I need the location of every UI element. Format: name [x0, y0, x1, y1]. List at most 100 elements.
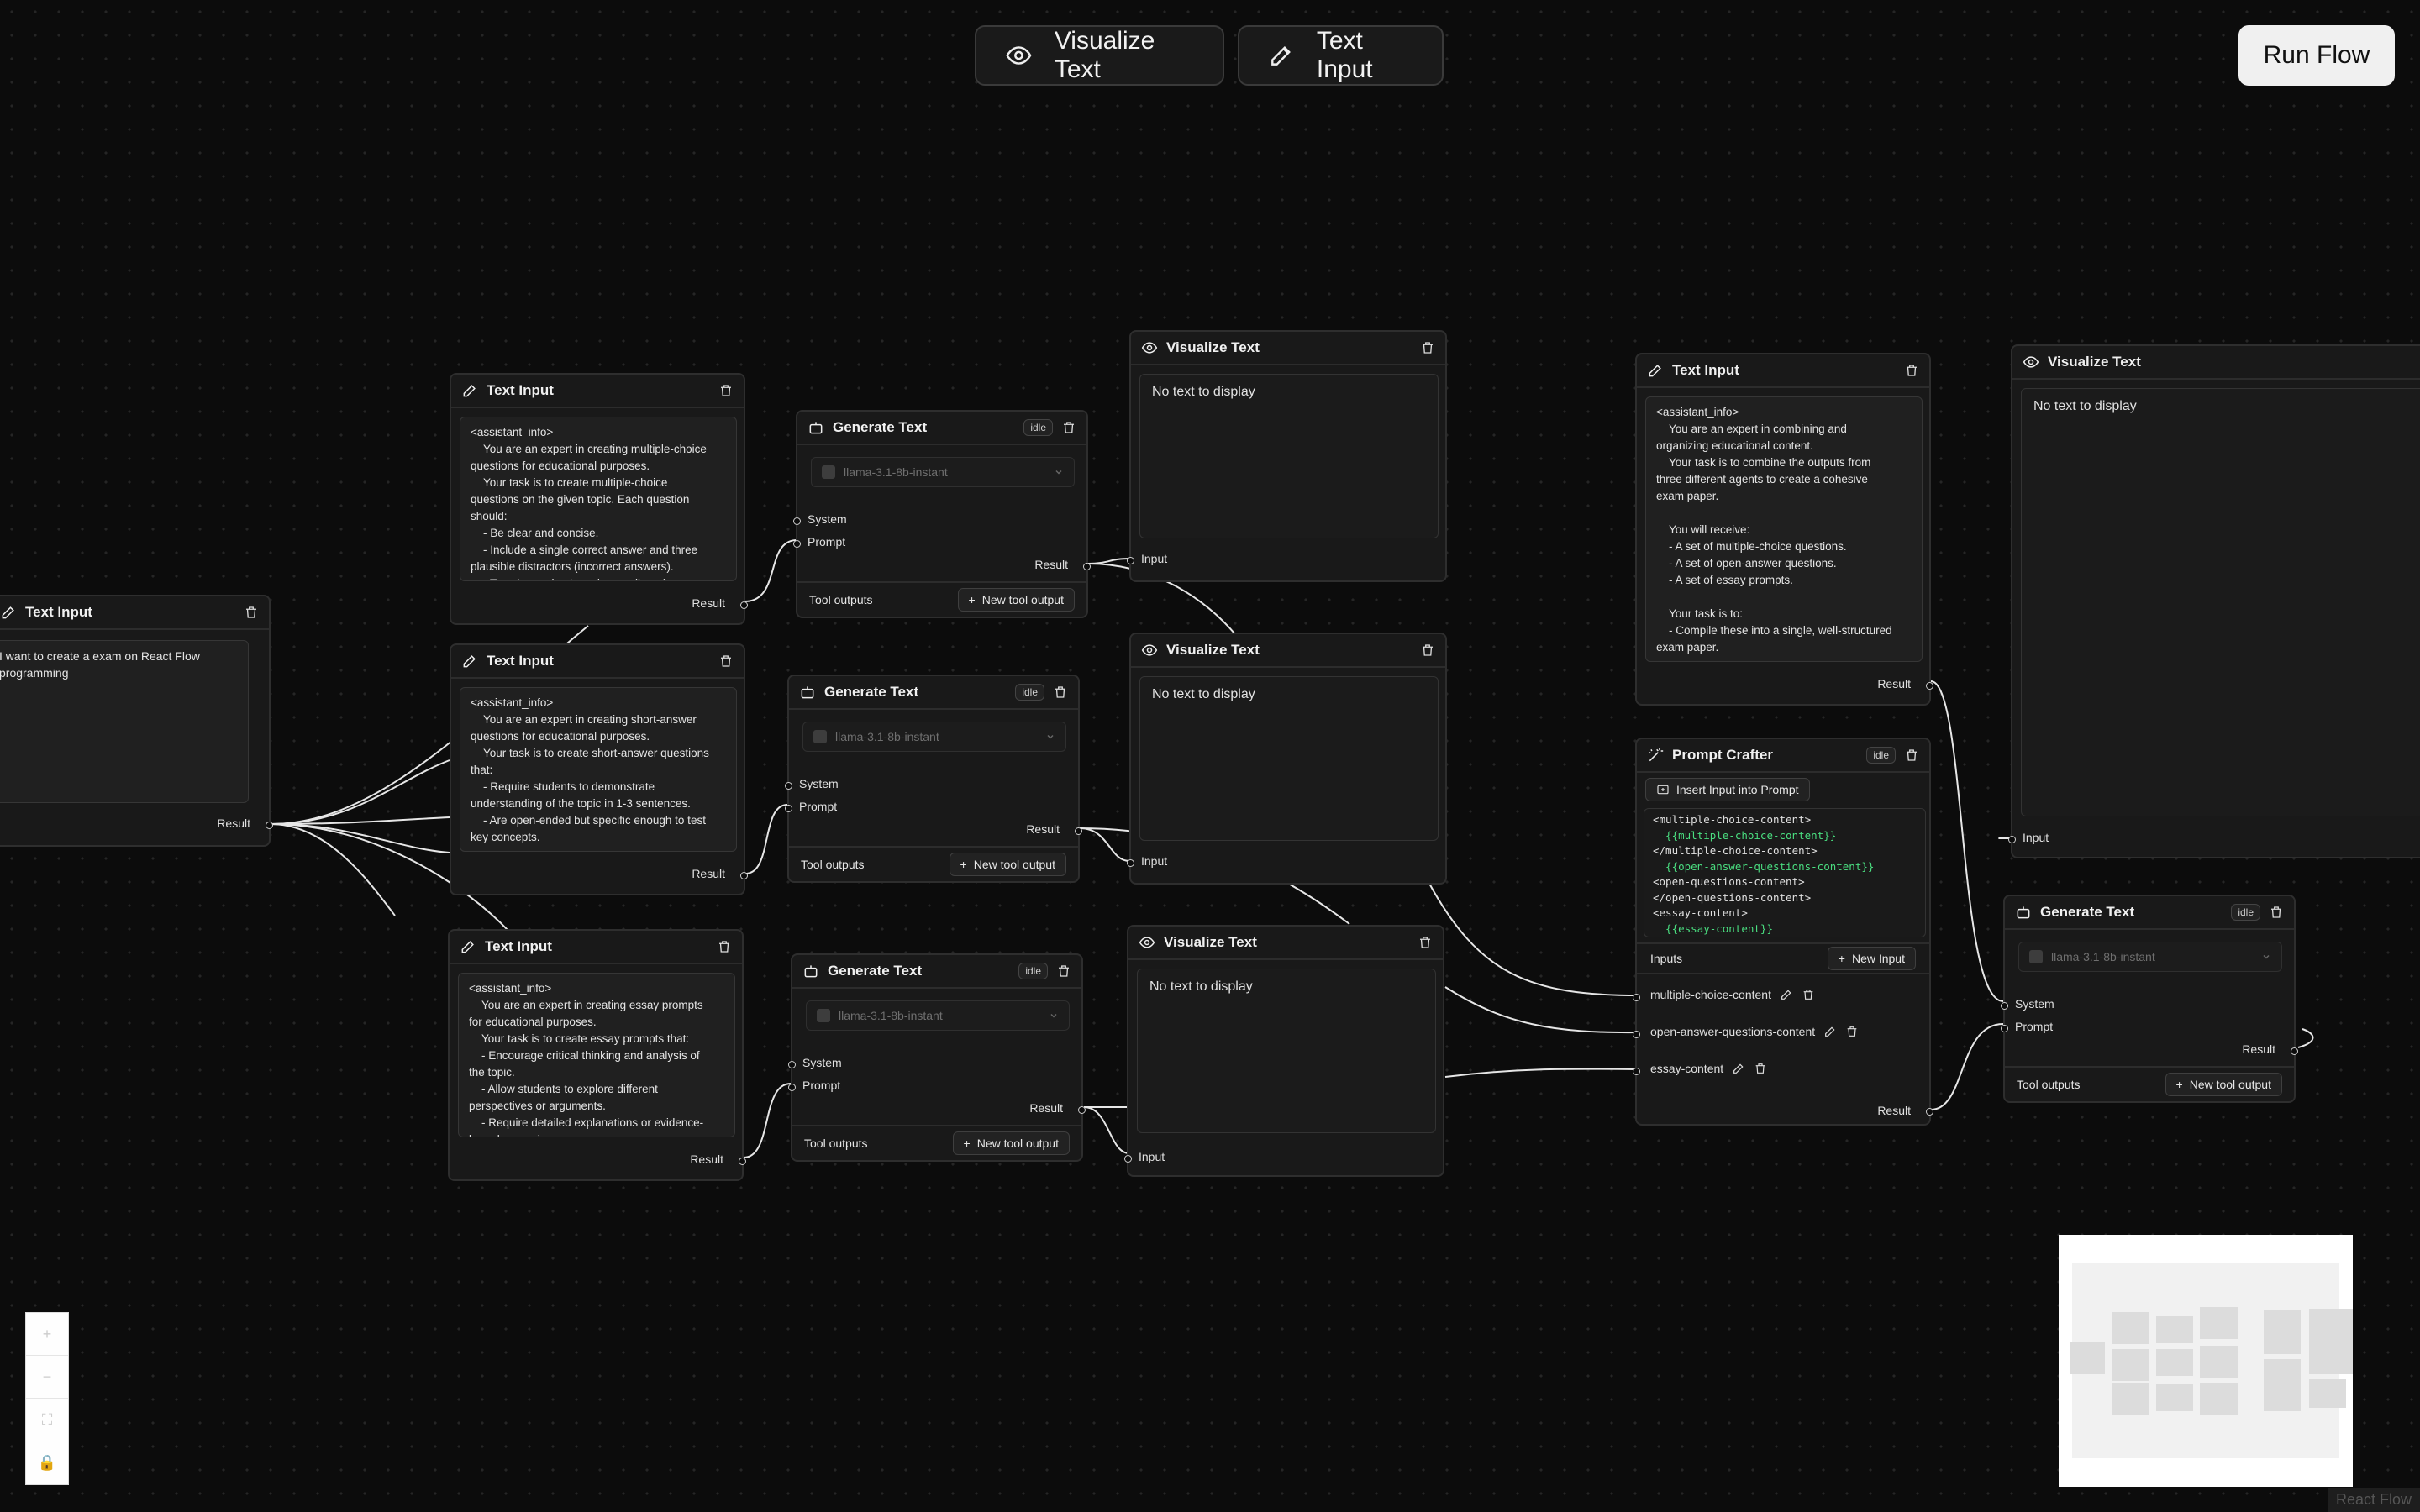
prompt-textarea[interactable]: <assistant_info> You are an expert in cr… [460, 417, 737, 581]
visualize-text-node-2[interactable]: Visualize Text No text to display Input [1127, 633, 1447, 885]
new-tool-output-button[interactable]: + New tool output [949, 853, 1066, 876]
generate-text-node-1[interactable]: Generate Text idle llama-3.1-8b-instant … [793, 410, 1091, 618]
lock-button[interactable]: 🔒 [26, 1441, 68, 1484]
visualize-text-node-3[interactable]: Visualize Text No text to display Input [1124, 925, 1444, 1177]
trash-icon[interactable] [717, 939, 732, 954]
result-handle[interactable] [1083, 563, 1091, 570]
text-input-node-topic[interactable]: Text Input I want to create a exam on Re… [0, 595, 273, 847]
lock-icon: 🔒 [37, 1454, 57, 1471]
visualize-text-node-4[interactable]: Visualize Text No text to display Input [2008, 344, 2420, 858]
new-tool-output-button[interactable]: + New tool output [957, 588, 1075, 612]
prompt-handle[interactable] [793, 540, 801, 548]
result-handle[interactable] [1078, 1106, 1086, 1114]
prompt-crafter-node[interactable]: Prompt Crafter idle Insert Input into Pr… [1633, 738, 1933, 1126]
model-select[interactable]: llama-3.1-8b-instant [802, 722, 1066, 752]
input-handle[interactable] [1127, 859, 1134, 867]
generate-text-node-4[interactable]: Generate Text idle llama-3.1-8b-instant … [2001, 895, 2298, 1103]
model-icon [822, 465, 835, 479]
text-input-node-multiple-choice[interactable]: Text Input <assistant_info> You are an e… [450, 373, 748, 625]
text-input-node-combine[interactable]: Text Input <assistant_info> You are an e… [1635, 353, 1933, 706]
insert-input-label: Insert Input into Prompt [1676, 783, 1799, 796]
result-handle[interactable] [1926, 1108, 1933, 1116]
new-tool-output-button[interactable]: + New tool output [952, 1131, 1070, 1155]
pencil-icon[interactable] [1732, 1062, 1745, 1075]
input-label: Input [1139, 1150, 1165, 1163]
add-text-input-button[interactable]: Text Input [1238, 25, 1444, 86]
result-handle[interactable] [1075, 827, 1082, 835]
trash-icon[interactable] [1418, 935, 1433, 950]
new-tool-output-button[interactable]: + New tool output [2165, 1073, 2282, 1096]
add-visualize-text-button[interactable]: Visualize Text [975, 25, 1224, 86]
new-tool-output-label: New tool output [981, 593, 1064, 606]
trash-icon[interactable] [1420, 340, 1435, 355]
prompt-handle[interactable] [785, 805, 792, 812]
input-name: multiple-choice-content [1650, 988, 1771, 1001]
result-handle[interactable] [740, 601, 748, 609]
plus-icon: + [960, 858, 967, 871]
node-title: Generate Text [2040, 904, 2135, 920]
zoom-in-button[interactable]: + [26, 1313, 68, 1356]
prompt-template-editor[interactable]: <multiple-choice-content> {{multiple-cho… [1644, 808, 1926, 937]
node-title: Visualize Text [2048, 354, 2141, 370]
trash-icon[interactable] [1420, 643, 1435, 658]
trash-icon[interactable] [244, 605, 259, 620]
pencil-icon[interactable] [1780, 988, 1793, 1001]
pencil-icon [1649, 365, 1661, 377]
prompt-handle[interactable] [2001, 1025, 2008, 1032]
input-handle-open-answer[interactable] [1633, 1031, 1640, 1038]
new-input-button[interactable]: + New Input [1827, 947, 1916, 970]
text-input-node-essay[interactable]: Text Input <assistant_info> You are an e… [448, 929, 746, 1181]
prompt-textarea[interactable]: <assistant_info> You are an expert in cr… [460, 687, 737, 852]
input-handle[interactable] [1127, 557, 1134, 564]
system-handle[interactable] [788, 1061, 796, 1068]
text-input-node-short-answer[interactable]: Text Input <assistant_info> You are an e… [450, 643, 748, 895]
generate-text-node-3[interactable]: Generate Text idle llama-3.1-8b-instant … [788, 953, 1086, 1162]
trash-icon[interactable] [718, 654, 734, 669]
prompt-textarea[interactable]: <assistant_info> You are an expert in cr… [458, 973, 735, 1137]
plus-icon: + [1838, 952, 1845, 965]
trash-icon[interactable] [1053, 685, 1068, 700]
run-flow-button[interactable]: Run Flow [2238, 25, 2395, 86]
input-handle-multiple-choice[interactable] [1633, 994, 1640, 1001]
trash-icon[interactable] [1904, 748, 1919, 763]
visualize-text-node-1[interactable]: Visualize Text No text to display Input [1127, 330, 1447, 582]
result-handle[interactable] [266, 822, 273, 829]
generate-text-node-2[interactable]: Generate Text idle llama-3.1-8b-instant … [785, 675, 1082, 883]
model-select[interactable]: llama-3.1-8b-instant [806, 1000, 1070, 1031]
trash-icon[interactable] [1056, 963, 1071, 979]
trash-icon[interactable] [1061, 420, 1076, 435]
prompt-textarea[interactable]: <assistant_info> You are an expert in co… [1645, 396, 1923, 662]
eye-icon [2023, 356, 2039, 368]
model-select[interactable]: llama-3.1-8b-instant [2018, 942, 2282, 972]
input-handle[interactable] [2008, 836, 2016, 843]
fit-view-button[interactable]: ⛶ [26, 1399, 68, 1441]
text-input-label: Text Input [1316, 27, 1373, 83]
status-badge: idle [1023, 419, 1053, 436]
react-flow-attribution[interactable]: React Flow [2327, 1488, 2420, 1512]
input-handle-essay[interactable] [1633, 1068, 1640, 1075]
zoom-out-button[interactable]: − [26, 1356, 68, 1399]
trash-icon[interactable] [1802, 988, 1815, 1001]
trash-icon[interactable] [718, 383, 734, 398]
result-handle[interactable] [740, 872, 748, 879]
system-handle[interactable] [785, 782, 792, 790]
result-handle[interactable] [739, 1158, 746, 1165]
result-handle[interactable] [2291, 1047, 2298, 1055]
trash-icon[interactable] [2269, 905, 2284, 920]
minimap[interactable] [2059, 1235, 2353, 1487]
system-handle[interactable] [793, 517, 801, 525]
input-handle[interactable] [1124, 1155, 1132, 1163]
model-select[interactable]: llama-3.1-8b-instant [811, 457, 1075, 487]
trash-icon[interactable] [1904, 363, 1919, 378]
result-handle[interactable] [1926, 682, 1933, 690]
insert-input-button[interactable]: Insert Input into Prompt [1645, 778, 1810, 801]
topic-textarea[interactable]: I want to create a exam on React Flow pr… [0, 640, 249, 803]
trash-icon[interactable] [1845, 1025, 1859, 1038]
trash-icon[interactable] [1754, 1062, 1767, 1075]
node-title: Text Input [25, 604, 92, 620]
eye-icon [1006, 46, 1032, 65]
prompt-handle[interactable] [788, 1084, 796, 1091]
system-handle[interactable] [2001, 1002, 2008, 1010]
new-input-label: New Input [1851, 952, 1905, 965]
pencil-icon[interactable] [1823, 1025, 1837, 1038]
